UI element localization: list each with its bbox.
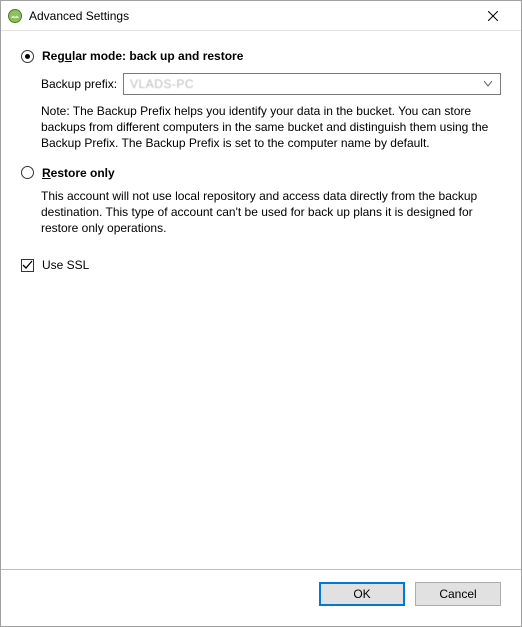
- dialog-body: Regular mode: back up and restore Backup…: [1, 31, 521, 569]
- checkbox-checked-icon: [21, 259, 34, 272]
- ok-button[interactable]: OK: [319, 582, 405, 606]
- close-icon: [488, 11, 498, 21]
- titlebar: Advanced Settings: [1, 1, 521, 31]
- restore-only-option[interactable]: Restore only: [21, 166, 501, 180]
- app-icon: [7, 8, 23, 24]
- close-button[interactable]: [473, 2, 513, 30]
- use-ssl-label: Use SSL: [42, 258, 89, 272]
- use-ssl-option[interactable]: Use SSL: [21, 258, 501, 272]
- regular-mode-note: Note: The Backup Prefix helps you identi…: [41, 103, 501, 152]
- radio-unselected-icon: [21, 166, 34, 179]
- footer: OK Cancel: [1, 570, 521, 626]
- regular-mode-option[interactable]: Regular mode: back up and restore: [21, 49, 501, 63]
- backup-prefix-value: VLADS-PC: [130, 77, 480, 91]
- chevron-down-icon: [480, 81, 496, 87]
- footer-area: OK Cancel: [1, 569, 521, 626]
- restore-only-note: This account will not use local reposito…: [41, 188, 501, 237]
- regular-mode-label: Regular mode: back up and restore: [42, 49, 243, 63]
- backup-prefix-combobox[interactable]: VLADS-PC: [123, 73, 501, 95]
- advanced-settings-dialog: Advanced Settings Regular mode: back up …: [0, 0, 522, 627]
- window-title: Advanced Settings: [29, 9, 473, 23]
- backup-prefix-label: Backup prefix:: [41, 77, 117, 91]
- restore-only-label: Restore only: [42, 166, 115, 180]
- backup-prefix-row: Backup prefix: VLADS-PC: [41, 73, 501, 95]
- radio-selected-icon: [21, 50, 34, 63]
- cancel-button[interactable]: Cancel: [415, 582, 501, 606]
